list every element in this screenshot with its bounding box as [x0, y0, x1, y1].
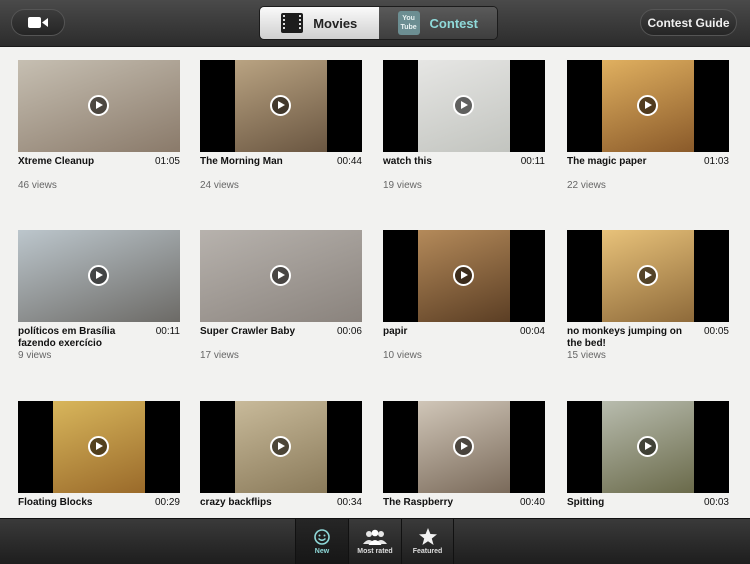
- play-icon[interactable]: [637, 265, 658, 286]
- video-views: 17 views: [200, 350, 239, 361]
- play-icon[interactable]: [88, 265, 109, 286]
- play-icon[interactable]: [88, 436, 109, 457]
- tab-movies[interactable]: Movies: [260, 7, 379, 39]
- video-duration: 00:04: [519, 326, 545, 337]
- top-bar: Movies You Tube Contest Contest Guide: [0, 0, 750, 47]
- video-duration: 00:11: [155, 326, 180, 337]
- video-views: 9 views: [18, 350, 52, 361]
- video-title: watch this: [383, 156, 432, 167]
- tab-most-rated[interactable]: Most rated: [348, 519, 401, 564]
- play-icon[interactable]: [453, 95, 474, 116]
- video-thumbnail[interactable]: [200, 230, 362, 322]
- video-title: The Morning Man: [200, 156, 283, 167]
- video-duration: 00:03: [703, 497, 729, 508]
- video-title: The magic paper: [567, 156, 647, 167]
- video-thumbnail[interactable]: [567, 401, 729, 493]
- video-views: 10 views: [383, 350, 422, 361]
- play-icon[interactable]: [88, 95, 109, 116]
- play-icon[interactable]: [270, 436, 291, 457]
- video-views: 24 views: [200, 180, 239, 191]
- video-thumbnail[interactable]: [383, 401, 545, 493]
- tab-new[interactable]: New: [295, 519, 348, 564]
- tab-featured-label: Featured: [412, 548, 443, 555]
- play-icon[interactable]: [637, 95, 658, 116]
- youtube-icon: You Tube: [397, 11, 420, 35]
- video-duration: 01:05: [154, 156, 180, 167]
- video-views: 15 views: [567, 350, 606, 361]
- film-icon: [281, 13, 304, 33]
- video-views: 46 views: [18, 180, 57, 191]
- tab-contest[interactable]: You Tube Contest: [378, 7, 497, 39]
- video-thumbnail[interactable]: [383, 230, 545, 322]
- video-thumbnail[interactable]: [18, 230, 180, 322]
- video-title: papir: [383, 326, 408, 337]
- video-title: políticos em Brasília fazendo exercício: [18, 326, 116, 349]
- video-title: crazy backflips: [200, 497, 272, 508]
- video-title: Spitting: [567, 497, 605, 508]
- play-icon[interactable]: [453, 265, 474, 286]
- video-duration: 00:34: [336, 497, 362, 508]
- tab-new-label: New: [314, 547, 330, 555]
- video-thumbnail[interactable]: [18, 401, 180, 493]
- tab-featured[interactable]: Featured: [401, 519, 454, 564]
- section-segmented-control: Movies You Tube Contest: [259, 6, 498, 40]
- tab-contest-label: Contest: [429, 15, 478, 31]
- video-camera-icon: [28, 17, 48, 28]
- video-views: 19 views: [383, 180, 422, 191]
- video-title: no monkeys jumping on the bed!: [567, 326, 683, 349]
- video-title: The Raspberry: [383, 497, 454, 508]
- smiley-icon: [314, 528, 330, 545]
- play-icon[interactable]: [270, 95, 291, 116]
- people-icon: [363, 529, 387, 545]
- video-thumbnail[interactable]: [567, 60, 729, 152]
- play-icon[interactable]: [270, 265, 291, 286]
- video-duration: 00:29: [154, 497, 180, 508]
- contest-guide-button[interactable]: Contest Guide: [640, 9, 737, 36]
- video-duration: 00:11: [520, 156, 545, 167]
- tab-most-rated-label: Most rated: [357, 547, 393, 555]
- video-duration: 00:40: [519, 497, 545, 508]
- tab-movies-label: Movies: [313, 15, 358, 31]
- video-thumbnail[interactable]: [18, 60, 180, 152]
- video-duration: 01:03: [703, 156, 729, 167]
- play-icon[interactable]: [637, 436, 658, 457]
- bottom-tab-bar: New Most rated Featured: [0, 518, 750, 564]
- record-video-button[interactable]: [11, 9, 65, 36]
- play-icon[interactable]: [453, 436, 474, 457]
- video-duration: 00:05: [703, 326, 729, 337]
- video-title: Floating Blocks: [18, 497, 93, 508]
- video-title: Super Crawler Baby: [200, 326, 296, 337]
- video-views: 22 views: [567, 180, 606, 191]
- video-thumbnail[interactable]: [383, 60, 545, 152]
- video-thumbnail[interactable]: [200, 60, 362, 152]
- video-thumbnail[interactable]: [200, 401, 362, 493]
- video-thumbnail[interactable]: [567, 230, 729, 322]
- star-icon: [418, 528, 437, 545]
- video-duration: 00:06: [336, 326, 362, 337]
- video-title: Xtreme Cleanup: [18, 156, 95, 167]
- video-duration: 00:44: [336, 156, 362, 167]
